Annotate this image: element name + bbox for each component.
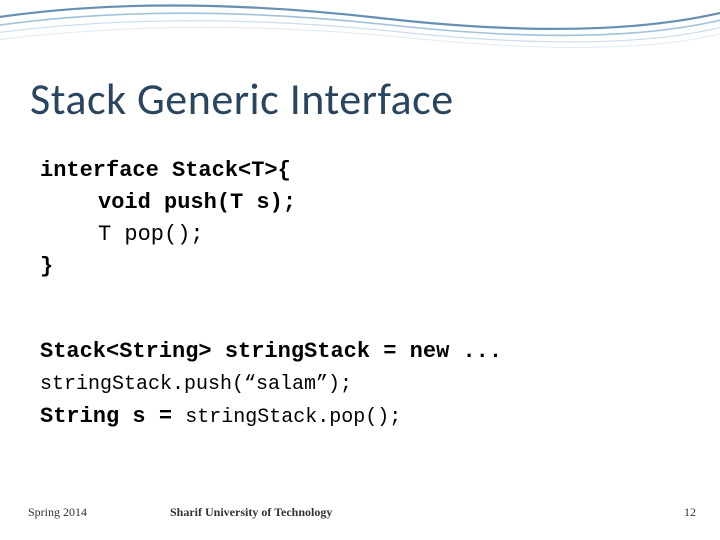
code-block-interface: interface Stack<T>{ void push(T s); T po… — [40, 155, 296, 283]
code-line: Stack<String> stringStack = new ... — [40, 335, 502, 369]
code-line: String s = stringStack.pop(); — [40, 400, 502, 434]
slide-number: 12 — [684, 505, 696, 520]
code-block-usage: Stack<String> stringStack = new ... stri… — [40, 335, 502, 434]
top-swoosh-decoration — [0, 0, 720, 55]
footer-institution: Sharif University of Technology — [170, 505, 332, 520]
code-line: T pop(); — [40, 219, 296, 251]
code-line: } — [40, 251, 296, 283]
code-line: interface Stack<T>{ — [40, 155, 296, 187]
code-line: stringStack.push(“salam”); — [40, 369, 502, 400]
code-line: void push(T s); — [40, 187, 296, 219]
slide-title: Stack Generic Interface — [30, 72, 454, 126]
footer-term: Spring 2014 — [28, 505, 87, 520]
